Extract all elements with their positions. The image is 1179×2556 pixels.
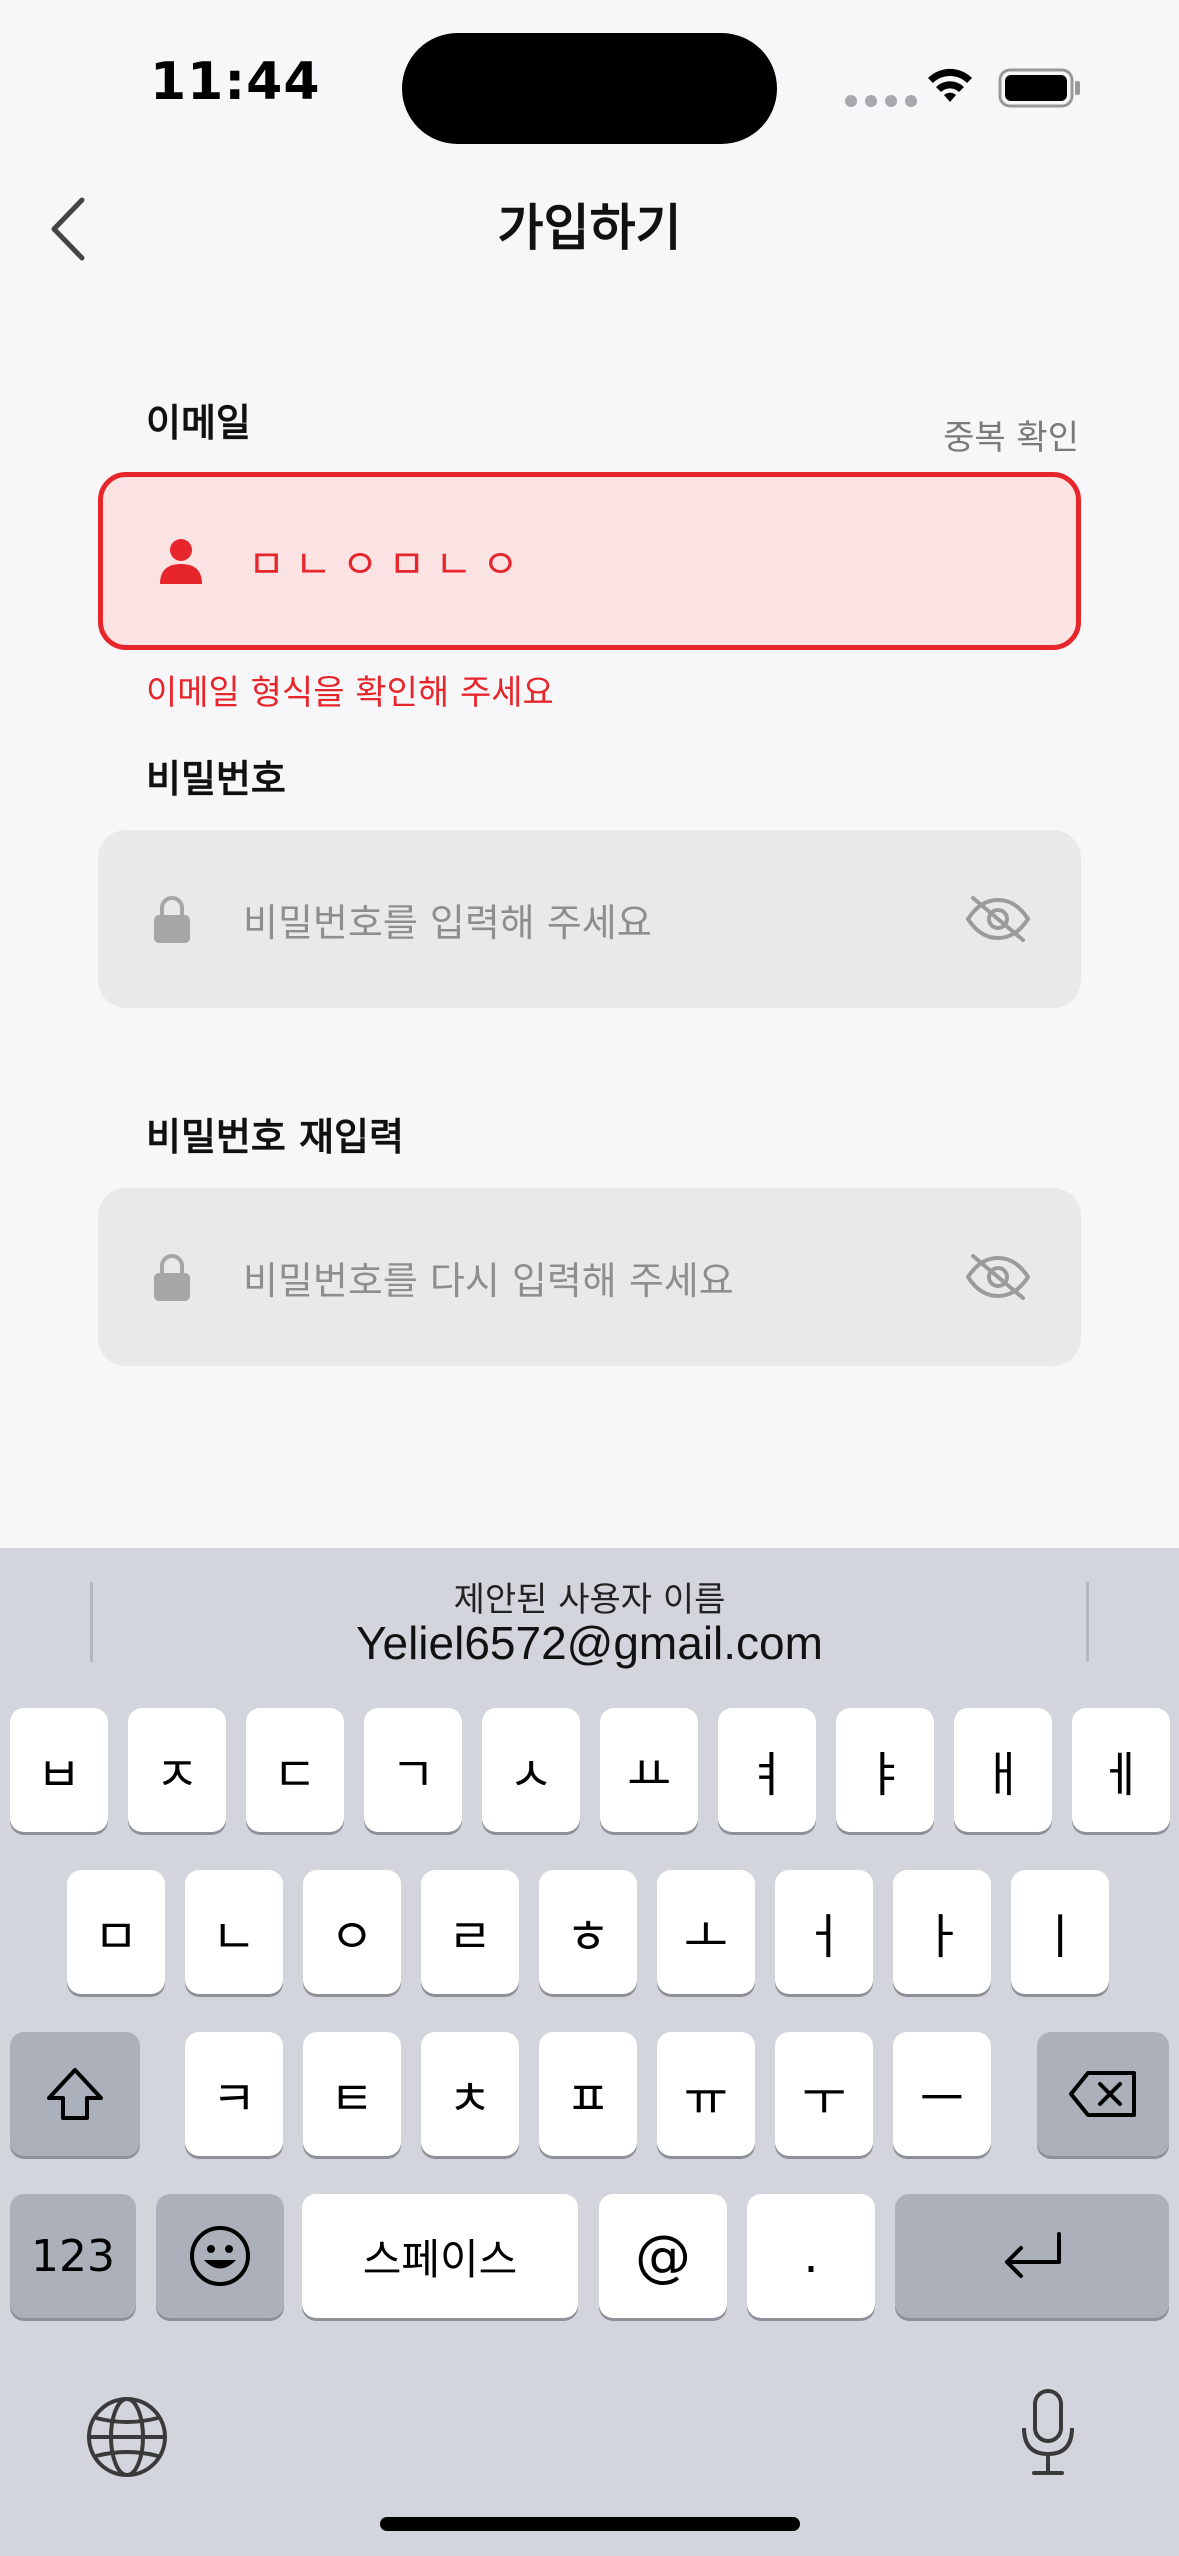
password-confirm-placeholder: 비밀번호를 다시 입력해 주세요 <box>243 1258 734 1303</box>
key-s[interactable]: ㅅ <box>482 1708 580 1832</box>
key-e[interactable]: ㅔ <box>1072 1708 1170 1832</box>
key-a[interactable]: ㅏ <box>893 1870 991 1994</box>
status-time: 11:44 <box>150 52 321 112</box>
key-u[interactable]: ㅜ <box>775 2032 873 2156</box>
backspace-icon <box>1069 2071 1136 2117</box>
at-key[interactable]: @ <box>599 2194 727 2318</box>
shift-key[interactable] <box>10 2032 140 2156</box>
battery-icon <box>998 68 1080 108</box>
password-label: 비밀번호 <box>146 757 286 801</box>
delete-key[interactable] <box>1037 2032 1169 2156</box>
key-n[interactable]: ㄴ <box>185 1870 283 1994</box>
key-ch[interactable]: ㅊ <box>421 2032 519 2156</box>
suggested-username[interactable]: Yeliel6572@gmail.com <box>0 1616 1179 1670</box>
period-key[interactable]: . <box>747 2194 875 2318</box>
password-confirm-label: 비밀번호 재입력 <box>146 1115 404 1159</box>
key-ae[interactable]: ㅐ <box>954 1708 1052 1832</box>
key-t[interactable]: ㅌ <box>303 2032 401 2156</box>
return-arrow-icon <box>1005 2232 1061 2278</box>
home-indicator <box>380 2517 800 2531</box>
key-ya[interactable]: ㅑ <box>836 1708 934 1832</box>
key-ng[interactable]: ㅇ <box>303 1870 401 1994</box>
password-placeholder: 비밀번호를 입력해 주세요 <box>243 900 652 945</box>
key-d[interactable]: ㄷ <box>246 1708 344 1832</box>
page-title: 가입하기 <box>497 199 682 257</box>
duplicate-check-button[interactable]: 중복 확인 <box>943 410 1079 459</box>
wifi-icon <box>928 68 972 102</box>
key-i[interactable]: ㅣ <box>1011 1870 1109 1994</box>
password-confirm-field[interactable]: 비밀번호를 다시 입력해 주세요 <box>98 1188 1081 1366</box>
globe-icon[interactable] <box>84 2394 170 2480</box>
password-field[interactable]: 비밀번호를 입력해 주세요 <box>98 830 1081 1008</box>
suggestion-title: 제안된 사용자 이름 <box>453 1580 726 1620</box>
key-m[interactable]: ㅁ <box>67 1870 165 1994</box>
key-eu[interactable]: ㅡ <box>893 2032 991 2156</box>
person-icon <box>160 539 202 584</box>
emoji-key[interactable] <box>156 2194 284 2318</box>
key-j[interactable]: ㅈ <box>128 1708 226 1832</box>
microphone-icon[interactable] <box>1018 2388 1078 2478</box>
key-p[interactable]: ㅍ <box>539 2032 637 2156</box>
email-error-message: 이메일 형식을 확인해 주세요 <box>146 673 554 713</box>
lock-icon <box>154 1254 190 1301</box>
key-yeo[interactable]: ㅕ <box>718 1708 816 1832</box>
key-h[interactable]: ㅎ <box>539 1870 637 1994</box>
key-yu[interactable]: ㅠ <box>657 2032 755 2156</box>
email-value: ㅁㄴㅇㅁㄴㅇ <box>248 542 529 588</box>
space-key[interactable]: 스페이스 <box>302 2194 578 2318</box>
dynamic-island <box>402 33 777 144</box>
key-o[interactable]: ㅗ <box>657 1870 755 1994</box>
return-key[interactable] <box>895 2194 1169 2318</box>
eye-slash-icon[interactable] <box>965 1252 1031 1302</box>
numbers-key[interactable]: 123 <box>10 2194 136 2318</box>
lock-icon <box>154 896 190 943</box>
key-b[interactable]: ㅂ <box>10 1708 108 1832</box>
cellular-signal-icon <box>845 95 917 107</box>
key-eo[interactable]: ㅓ <box>775 1870 873 1994</box>
key-yo[interactable]: ㅛ <box>600 1708 698 1832</box>
key-g[interactable]: ㄱ <box>364 1708 462 1832</box>
key-k[interactable]: ㅋ <box>185 2032 283 2156</box>
key-r[interactable]: ㄹ <box>421 1870 519 1994</box>
email-field[interactable]: ㅁㄴㅇㅁㄴㅇ <box>98 472 1081 650</box>
smiley-icon <box>190 2226 250 2286</box>
shift-arrow-icon <box>47 2068 103 2120</box>
eye-slash-icon[interactable] <box>965 894 1031 944</box>
email-label: 이메일 <box>146 401 251 445</box>
